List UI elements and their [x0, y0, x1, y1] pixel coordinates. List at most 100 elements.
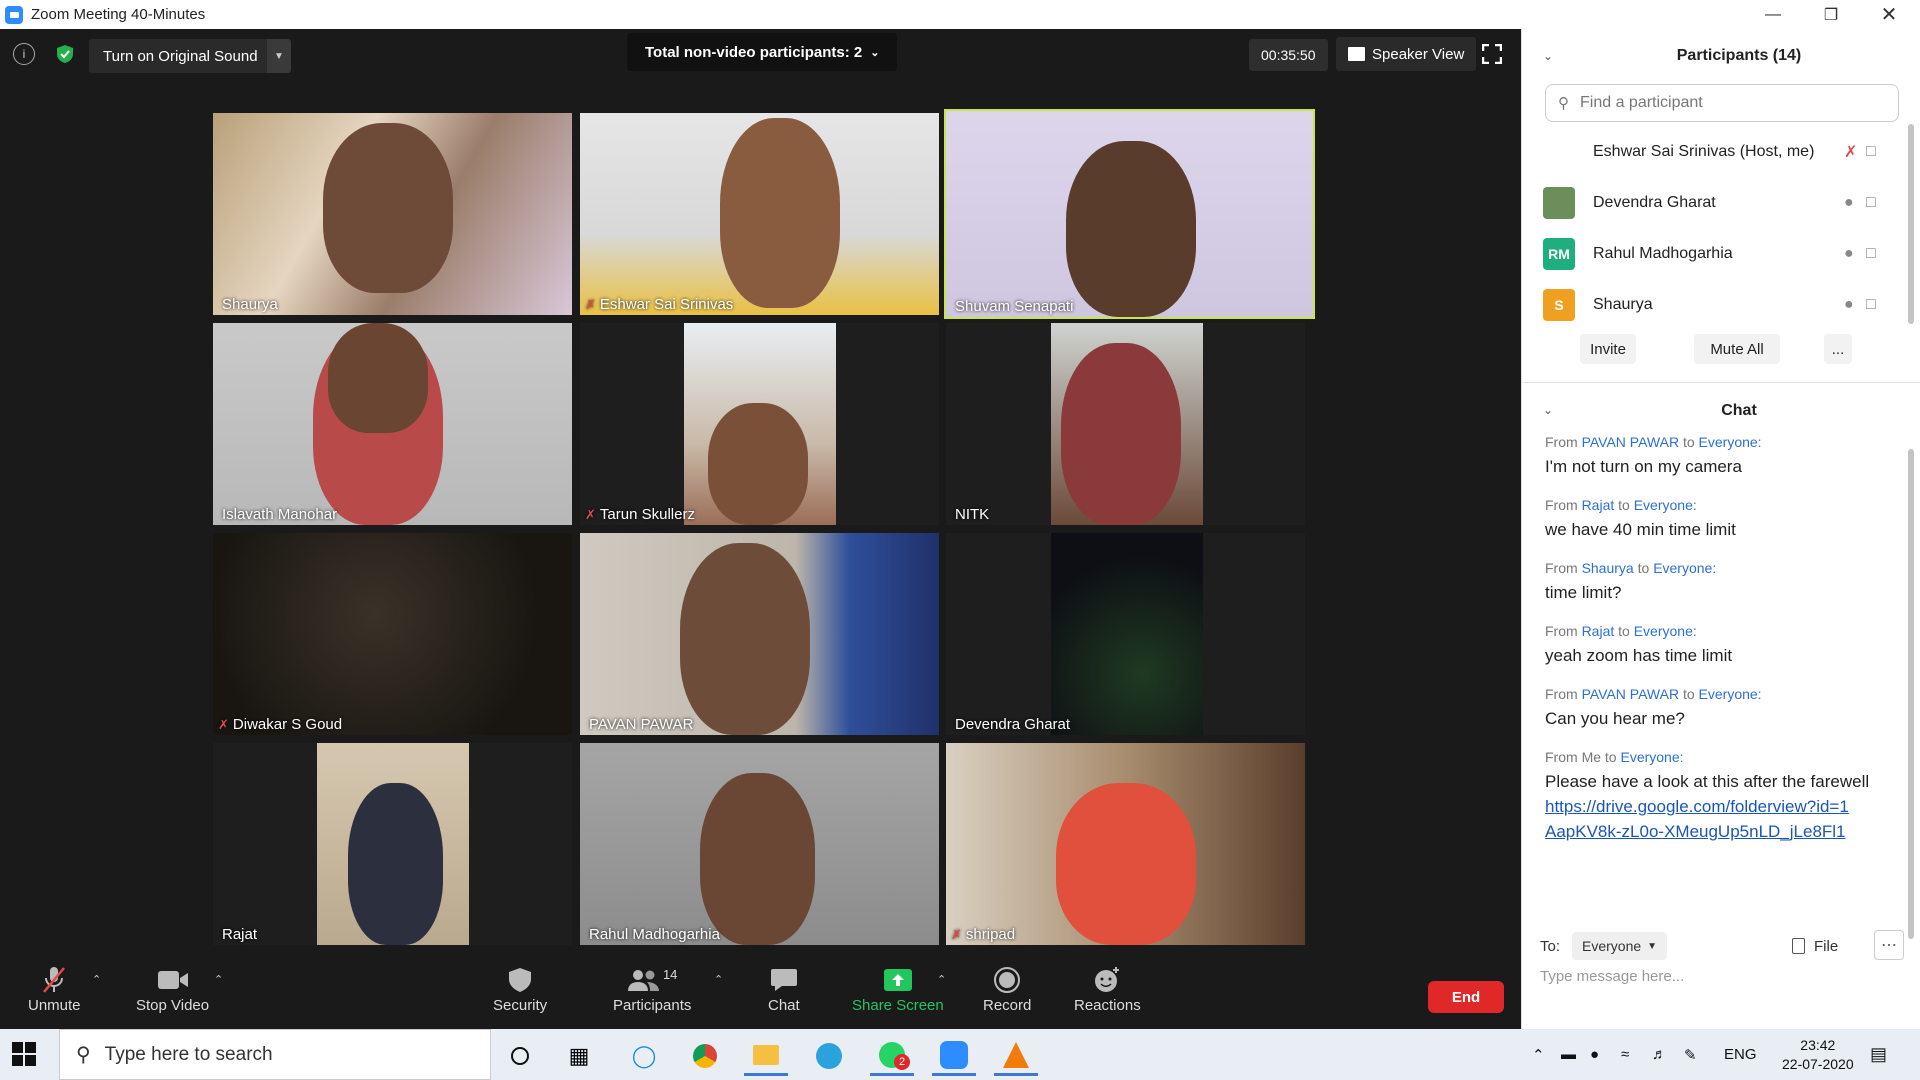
meeting-toolbar: Unmute ⌃ Stop Video ⌃ Security 14 Partic…	[0, 955, 1521, 1029]
collapse-participants-icon[interactable]: ⌄	[1543, 49, 1553, 63]
shield-check-icon[interactable]	[55, 43, 75, 65]
participants-scrollbar[interactable]	[1908, 124, 1914, 324]
edge-icon[interactable]: ◯	[622, 1036, 666, 1076]
video-tile[interactable]: ✗ shripad	[946, 743, 1305, 945]
chrome-icon[interactable]	[683, 1036, 727, 1076]
mic-icon[interactable]: ●	[1844, 194, 1854, 212]
share-screen-button[interactable]: Share Screen	[852, 963, 944, 1014]
minimize-button[interactable]: —	[1744, 0, 1802, 29]
video-tile[interactable]: Shaurya	[213, 113, 572, 315]
video-tile[interactable]: NITK	[946, 323, 1305, 525]
tile-name: PAVAN PAWAR	[589, 716, 694, 733]
participant-row[interactable]: RM Rahul Madhogarhia ● □	[1522, 229, 1902, 279]
language-indicator[interactable]: ENG	[1724, 1029, 1757, 1080]
video-tile[interactable]: PAVAN PAWAR	[580, 533, 939, 735]
chat-link[interactable]: https://drive.google.com/folderview?id=1…	[1545, 794, 1855, 844]
participant-name: Shaurya	[1593, 296, 1653, 313]
chat-title: Chat	[1721, 402, 1757, 419]
mute-all-button[interactable]: Mute All	[1694, 334, 1780, 364]
video-options-caret[interactable]: ⌃	[214, 973, 223, 986]
close-button[interactable]: ✕	[1860, 0, 1918, 29]
clock[interactable]: 23:42 22-07-2020	[1782, 1029, 1854, 1080]
chat-message: From Rajat to Everyone: we have 40 min t…	[1545, 497, 1736, 539]
stop-video-button[interactable]: Stop Video	[136, 963, 209, 1014]
reactions-button[interactable]: Reactions	[1074, 963, 1141, 1014]
avatar	[1543, 187, 1575, 219]
file-button[interactable]: File	[1792, 932, 1838, 960]
cortana-icon[interactable]	[498, 1036, 542, 1076]
mic-muted-icon	[41, 963, 67, 997]
avatar: RM	[1543, 238, 1575, 270]
find-participant-input[interactable]: ⚲ Find a participant	[1545, 84, 1899, 122]
meeting-timer: 00:35:50	[1249, 39, 1328, 71]
share-options-caret[interactable]: ⌃	[937, 973, 946, 986]
battery-icon[interactable]: ▬	[1561, 1029, 1576, 1080]
end-meeting-button[interactable]: End	[1428, 981, 1504, 1013]
find-placeholder: Find a participant	[1580, 94, 1703, 111]
recipient-select[interactable]: Everyone ▼	[1572, 932, 1668, 960]
taskbar: ⚲ Type here to search ▦ ◯ 2 ⌃ ▬ ● ≈ ♬ ✎ …	[0, 1029, 1920, 1080]
record-button[interactable]: Record	[983, 963, 1031, 1014]
video-tile[interactable]: ✗ Eshwar Sai Srinivas	[580, 113, 939, 315]
vlc-icon[interactable]	[994, 1036, 1038, 1076]
tile-name: ✗ shripad	[951, 926, 1016, 943]
telegram-icon[interactable]	[807, 1036, 851, 1076]
chat-message: From PAVAN PAWAR to Everyone: Can you he…	[1545, 686, 1762, 728]
avatar: S	[1543, 289, 1575, 321]
taskbar-search-input[interactable]: ⚲ Type here to search	[59, 1029, 491, 1080]
participant-row[interactable]: Eshwar Sai Srinivas (Host, me) ✗ □	[1522, 127, 1902, 177]
video-tile-active-speaker[interactable]: Shuvam Senapati	[944, 109, 1315, 319]
video-tile[interactable]: Islavath Manohar	[213, 323, 572, 525]
volume-icon[interactable]: ♬	[1652, 1029, 1667, 1080]
speaker-view-button[interactable]: Speaker View	[1336, 37, 1477, 71]
chevron-down-icon[interactable]: ▼	[267, 39, 291, 73]
restore-button[interactable]: ❐	[1802, 0, 1860, 29]
mic-muted-icon[interactable]: ✗	[1844, 142, 1857, 162]
video-tile[interactable]: ✗ Tarun Skullerz	[580, 323, 939, 525]
participants-button[interactable]: 14 Participants	[613, 963, 691, 1014]
fullscreen-icon[interactable]	[1482, 43, 1504, 65]
chat-more-button[interactable]: ⋯	[1874, 930, 1904, 960]
video-tile[interactable]: Rajat	[213, 743, 572, 945]
video-off-icon[interactable]: □	[1866, 296, 1876, 314]
video-camera-icon	[157, 963, 189, 997]
mic-icon[interactable]: ●	[1844, 296, 1854, 314]
participant-row[interactable]: Devendra Gharat ● □	[1522, 178, 1902, 228]
video-off-icon[interactable]: □	[1866, 194, 1876, 212]
pen-icon[interactable]: ✎	[1684, 1029, 1697, 1080]
participant-row[interactable]: S Shaurya ● □	[1522, 280, 1902, 330]
original-sound-button[interactable]: Turn on Original Sound	[89, 39, 272, 73]
zoom-app-icon	[5, 5, 23, 24]
tile-name: Devendra Gharat	[955, 716, 1071, 733]
collapse-chat-icon[interactable]: ⌄	[1543, 403, 1553, 417]
video-tile[interactable]: ✗ Diwakar S Goud	[213, 533, 572, 735]
mic-icon[interactable]: ●	[1844, 245, 1854, 263]
chat-button[interactable]: Chat	[768, 963, 800, 1014]
whatsapp-icon[interactable]: 2	[870, 1036, 914, 1076]
video-off-icon[interactable]: □	[1866, 143, 1876, 161]
info-icon[interactable]: i	[13, 43, 35, 65]
participants-options-caret[interactable]: ⌃	[714, 973, 723, 986]
tray-chevron-up-icon[interactable]: ⌃	[1532, 1029, 1545, 1080]
nonvideo-participants-dropdown[interactable]: Total non-video participants: 2 ⌄	[627, 33, 898, 71]
windows-start-icon[interactable]	[12, 1042, 36, 1066]
video-tile[interactable]: Devendra Gharat	[946, 533, 1305, 735]
audio-options-caret[interactable]: ⌃	[92, 973, 101, 986]
wifi-icon[interactable]: ≈	[1621, 1029, 1629, 1080]
shield-icon	[508, 963, 532, 997]
side-panel: ⌄ Participants (14) ⚲ Find a participant…	[1521, 29, 1920, 1029]
zoom-taskbar-icon[interactable]	[932, 1036, 976, 1076]
video-off-icon[interactable]: □	[1866, 245, 1876, 263]
invite-button[interactable]: Invite	[1580, 334, 1636, 364]
unmute-button[interactable]: Unmute	[28, 963, 81, 1014]
microphone-icon[interactable]: ●	[1590, 1029, 1599, 1080]
file-explorer-icon[interactable]	[744, 1036, 788, 1076]
chat-scrollbar[interactable]	[1908, 449, 1914, 939]
tile-name: ✗ Tarun Skullerz	[585, 506, 695, 523]
more-options-button[interactable]: ...	[1824, 334, 1852, 364]
message-input[interactable]: Type message here...	[1540, 968, 1900, 985]
task-view-icon[interactable]: ▦	[557, 1036, 601, 1076]
video-tile[interactable]: Rahul Madhogarhia	[580, 743, 939, 945]
notifications-icon[interactable]: ▤	[1870, 1029, 1887, 1080]
security-button[interactable]: Security	[493, 963, 547, 1014]
